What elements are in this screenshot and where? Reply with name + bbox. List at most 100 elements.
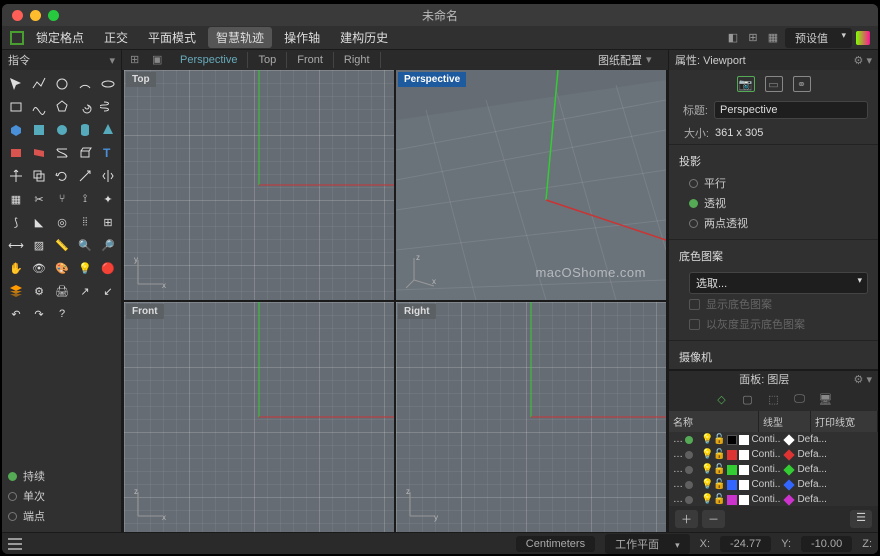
grayscale-background-checkbox[interactable]: 以灰度显示底色图案	[689, 314, 868, 334]
tool-copy[interactable]	[29, 166, 49, 186]
tool-render[interactable]: 🎨	[52, 258, 72, 278]
tool-undo[interactable]: ↶	[6, 304, 26, 324]
tool-helix[interactable]	[98, 97, 118, 117]
tool-scale[interactable]	[75, 166, 95, 186]
pane-label-perspective[interactable]: Perspective	[398, 72, 466, 87]
tool-surface2[interactable]	[29, 143, 49, 163]
tool-cone[interactable]	[98, 120, 118, 140]
tool-arc[interactable]	[75, 74, 95, 94]
tool-help[interactable]: ?	[52, 304, 72, 324]
option-single[interactable]: 单次	[8, 486, 115, 506]
add-layer-button[interactable]: ＋	[675, 510, 698, 528]
tool-loft[interactable]	[52, 143, 72, 163]
viewport-config-label[interactable]: 图纸配置	[598, 52, 642, 68]
show-background-checkbox[interactable]: 显示底色图案	[689, 294, 868, 314]
toolbar-icon-1[interactable]: ◧	[725, 30, 741, 46]
menu-smart-track[interactable]: 智慧轨迹	[208, 27, 272, 48]
tool-explode[interactable]: ✦	[98, 189, 118, 209]
menu-planar[interactable]: 平面模式	[140, 27, 204, 48]
render-tab-icon[interactable]: 🖥	[817, 391, 835, 407]
inspector-tab-camera-icon[interactable]: 📷	[737, 76, 755, 92]
layer-row[interactable]: …💡🔓Conti...Defa...	[669, 462, 878, 477]
tool-box[interactable]	[29, 120, 49, 140]
remove-layer-button[interactable]: －	[702, 510, 725, 528]
menu-ortho[interactable]: 正交	[96, 27, 136, 48]
tool-polyline[interactable]	[29, 74, 49, 94]
tool-circle[interactable]	[52, 74, 72, 94]
tool-props[interactable]: ⚙	[29, 281, 49, 301]
chevron-down-icon[interactable]: ▾	[646, 53, 660, 67]
tool-fillet[interactable]: ⟆	[6, 212, 26, 232]
tool-solid1[interactable]	[6, 120, 26, 140]
option-persistent[interactable]: 持续	[8, 466, 115, 486]
toolbar-icon-3[interactable]: ▦	[765, 30, 781, 46]
display-tab-icon[interactable]: 🖵	[791, 391, 809, 407]
tool-dim[interactable]: ⟷	[6, 235, 26, 255]
background-select[interactable]: 选取...	[689, 272, 868, 294]
display-mode-icon[interactable]	[856, 31, 870, 45]
viewport-top[interactable]: Top xy	[124, 70, 394, 300]
status-units[interactable]: Centimeters	[516, 536, 595, 552]
viewport-front[interactable]: Front xz	[124, 302, 394, 532]
named-views-tab-icon[interactable]: ⬚	[765, 391, 783, 407]
inspector-tab-link-icon[interactable]: ⚭	[793, 76, 811, 92]
status-cplane[interactable]: 工作平面	[605, 534, 690, 554]
tool-align[interactable]: ▦	[6, 189, 26, 209]
tool-extrude[interactable]	[75, 143, 95, 163]
tool-hatch[interactable]: ▨	[29, 235, 49, 255]
tool-offset[interactable]: ◎	[52, 212, 72, 232]
tool-rotate[interactable]	[52, 166, 72, 186]
tool-spiral[interactable]	[75, 97, 95, 117]
menu-record-history[interactable]: 建构历史	[332, 27, 396, 48]
tool-array[interactable]: ⦙⦙	[75, 212, 95, 232]
layers-tab-icon[interactable]: ◇	[713, 391, 731, 407]
tool-redo[interactable]: ↷	[29, 304, 49, 324]
col-linetype[interactable]: 线型	[759, 411, 811, 432]
tool-surface1[interactable]	[6, 143, 26, 163]
menu-icon[interactable]	[8, 538, 22, 550]
viewport-title-input[interactable]	[714, 101, 868, 119]
tool-pointer[interactable]	[6, 74, 26, 94]
pane-label-top[interactable]: Top	[126, 72, 156, 87]
maximize-icon[interactable]: ▣	[152, 53, 166, 67]
projection-parallel[interactable]: 平行	[689, 173, 868, 193]
layer-row[interactable]: …💡🔓Conti...Defa...	[669, 447, 878, 462]
tool-join[interactable]: ⟟	[75, 189, 95, 209]
layout-icon[interactable]: ⊞	[130, 53, 144, 67]
tool-measure[interactable]: 📏	[52, 235, 72, 255]
tool-group[interactable]: ⊞	[98, 212, 118, 232]
tool-analyze[interactable]: 🔍	[75, 235, 95, 255]
tool-print[interactable]: 🖨	[52, 281, 72, 301]
option-endpoint[interactable]: 端点	[8, 506, 115, 526]
tool-pan[interactable]: ✋	[6, 258, 26, 278]
viewport-perspective[interactable]: Perspective zx macOShome.com	[396, 70, 666, 300]
projection-perspective[interactable]: 透视	[689, 193, 868, 213]
tool-curve[interactable]	[29, 97, 49, 117]
tool-material[interactable]: 🔴	[98, 258, 118, 278]
layer-row[interactable]: …💡🔓Conti...Defa...	[669, 492, 878, 506]
toolbar-icon-2[interactable]: ⊞	[745, 30, 761, 46]
tool-view[interactable]: 👁	[29, 258, 49, 278]
tool-text[interactable]: T	[98, 143, 118, 163]
viewport-right[interactable]: Right yz	[396, 302, 666, 532]
pane-label-right[interactable]: Right	[398, 304, 436, 319]
projection-twopoint[interactable]: 两点透视	[689, 213, 868, 233]
tool-split[interactable]: ⑂	[52, 189, 72, 209]
tool-mirror[interactable]	[98, 166, 118, 186]
tool-light[interactable]: 💡	[75, 258, 95, 278]
tool-export[interactable]: ↗	[75, 281, 95, 301]
tool-layer[interactable]	[6, 281, 26, 301]
tool-cylinder[interactable]	[75, 120, 95, 140]
tool-move[interactable]	[6, 166, 26, 186]
tool-chamfer[interactable]: ◣	[29, 212, 49, 232]
menu-grid-snap[interactable]: 锁定格点	[28, 27, 92, 48]
menu-gumball[interactable]: 操作轴	[276, 27, 328, 48]
tab-front[interactable]: Front	[287, 52, 334, 68]
inspector-tab-display-icon[interactable]: ▭	[765, 76, 783, 92]
layer-row[interactable]: …💡🔓Conti...Defa...	[669, 432, 878, 447]
tool-polygon[interactable]	[52, 97, 72, 117]
tool-zoom[interactable]: 🔎	[98, 235, 118, 255]
tool-rect[interactable]	[6, 97, 26, 117]
tool-ellipse[interactable]	[98, 74, 118, 94]
tool-trim[interactable]: ✂	[29, 189, 49, 209]
